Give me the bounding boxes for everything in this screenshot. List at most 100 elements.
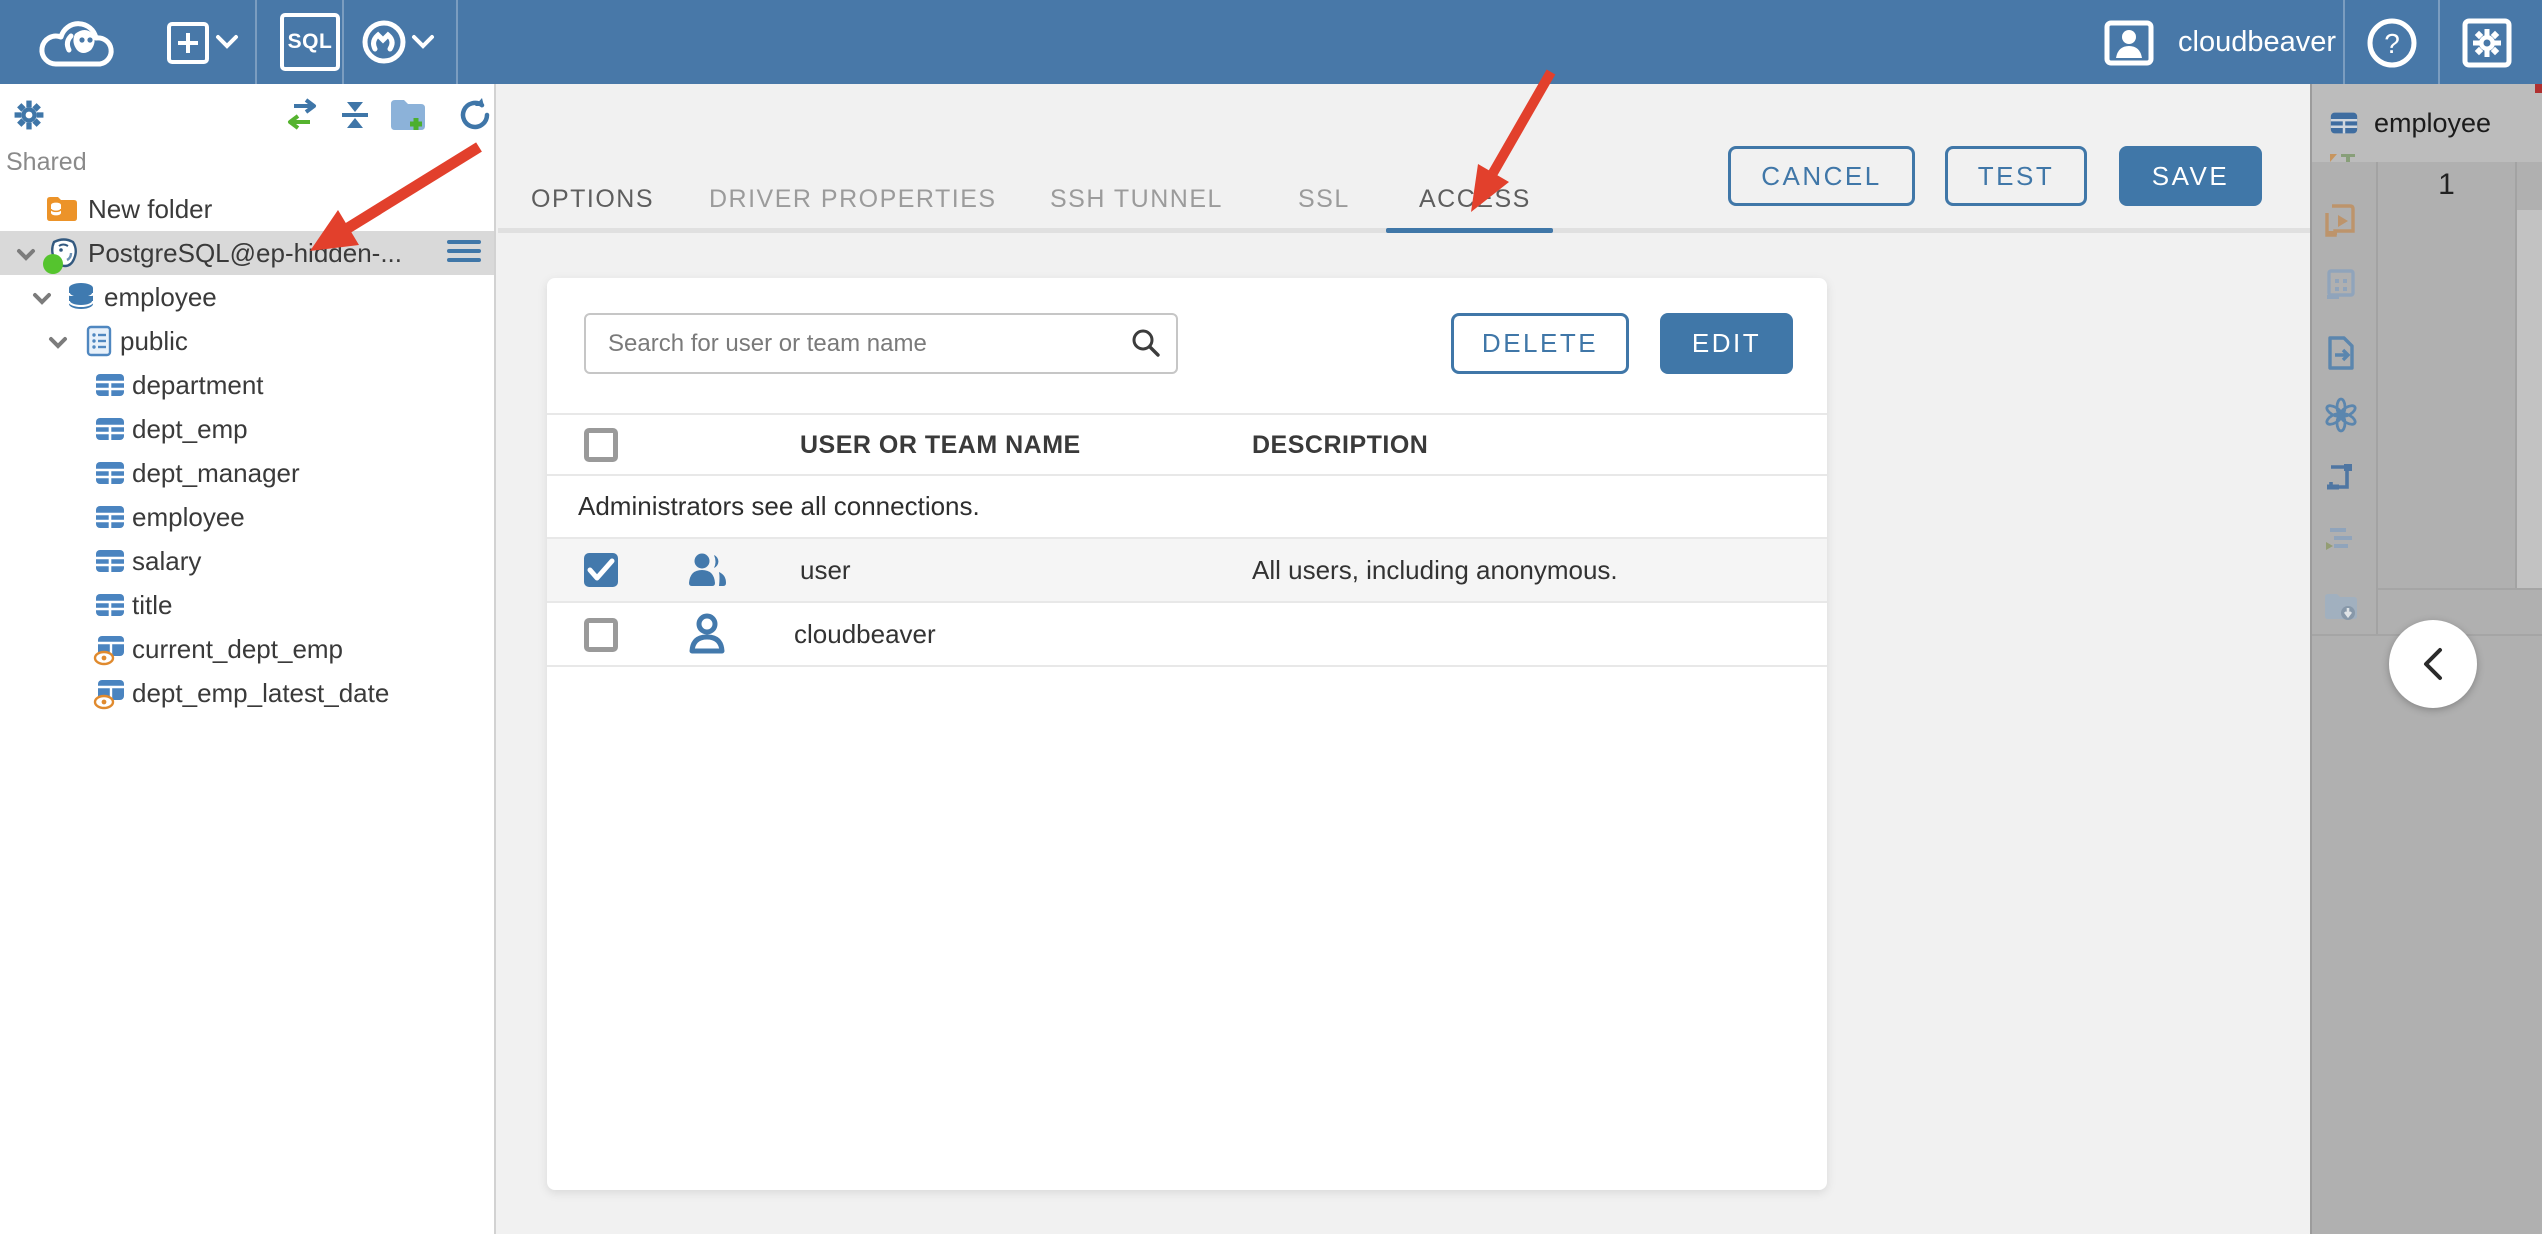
edit-button[interactable]: EDIT	[1660, 313, 1793, 374]
chevron-down-icon[interactable]	[46, 330, 70, 354]
tab-status-notch	[2535, 84, 2542, 93]
connection-status-dot	[43, 254, 63, 274]
search-icon	[1130, 327, 1162, 359]
table-icon	[93, 412, 127, 446]
select-all-checkbox[interactable]	[584, 428, 618, 462]
new-connection-button[interactable]	[167, 22, 209, 64]
folder-plus-icon	[391, 100, 425, 130]
search-input[interactable]	[584, 313, 1178, 374]
row-checkbox-user[interactable]	[584, 553, 618, 587]
refresh-icon	[460, 98, 490, 130]
question-icon: ?	[2367, 18, 2417, 68]
table-icon	[93, 544, 127, 578]
filter-settings-icon[interactable]	[2322, 522, 2360, 560]
chevron-down-icon[interactable]	[14, 242, 38, 266]
connection-edit-panel: OPTIONS DRIVER PROPERTIES SSH TUNNEL SSL…	[498, 84, 2310, 1234]
tree-item-database-employee[interactable]: employee	[0, 275, 494, 319]
driver-manager-button[interactable]	[360, 18, 408, 66]
tree-item-table-department[interactable]: department	[0, 363, 494, 407]
tree-item-schema-public[interactable]: public	[0, 319, 494, 363]
new-connection-dropdown-icon[interactable]	[214, 32, 240, 52]
column-header-description: DESCRIPTION	[1252, 431, 1429, 459]
tab-employee-result[interactable]: employee	[2312, 84, 2542, 162]
access-row-user[interactable]: user All users, including anonymous.	[547, 539, 1827, 603]
table-icon	[93, 588, 127, 622]
postgresql-icon	[43, 236, 81, 274]
user-icon	[2104, 20, 2154, 66]
toolbar-divider	[2376, 162, 2378, 634]
sync-with-editor-button[interactable]	[282, 96, 320, 134]
cloudbeaver-app: SQL cloudbeaver ? Shared New folder Post…	[0, 0, 2542, 1234]
cloudbeaver-logo-icon[interactable]	[33, 8, 123, 74]
wrench-icon	[362, 20, 406, 64]
grid-row-number: 1	[2438, 168, 2455, 201]
tree-item-connection-postgresql[interactable]: PostgreSQL@ep-hidden-...	[0, 231, 494, 275]
add-folder-button[interactable]	[388, 96, 426, 134]
active-tab-underline	[1386, 228, 1553, 233]
tree-item-table-dept-emp[interactable]: dept_emp	[0, 407, 494, 451]
connection-menu-icon[interactable]	[447, 240, 481, 266]
test-button[interactable]: TEST	[1945, 146, 2087, 206]
add-bookmark-icon[interactable]	[2322, 154, 2360, 178]
user-name: cloudbeaver	[2178, 25, 2336, 58]
export-data-icon[interactable]	[2322, 334, 2360, 372]
collapse-all-button[interactable]	[336, 96, 374, 134]
driver-dropdown-icon[interactable]	[410, 32, 436, 52]
save-button[interactable]: SAVE	[2119, 146, 2262, 206]
execute-script-icon[interactable]	[2322, 202, 2360, 240]
new-window-icon[interactable]	[2322, 458, 2360, 496]
delete-button[interactable]: DELETE	[1451, 313, 1629, 374]
refresh-button[interactable]	[456, 96, 494, 134]
tree-item-view-dept-emp-latest-date[interactable]: dept_emp_latest_date	[0, 671, 494, 715]
grid-bottom-line	[2378, 588, 2542, 590]
settings-button[interactable]	[2461, 17, 2513, 69]
tree-section-label: Shared	[6, 148, 87, 176]
tree-item-table-dept-manager[interactable]: dept_manager	[0, 451, 494, 495]
team-icon	[683, 547, 731, 595]
tree-item-table-title[interactable]: title	[0, 583, 494, 627]
access-table-header: USER OR TEAM NAME DESCRIPTION	[547, 413, 1827, 476]
user-menu-button[interactable]	[2103, 19, 2155, 67]
tab-options[interactable]: OPTIONS	[531, 176, 654, 222]
admin-info-row: Administrators see all connections.	[547, 476, 1827, 539]
schema-icon	[82, 324, 116, 358]
tree-item-table-employee[interactable]: employee	[0, 495, 494, 539]
collapse-icon	[342, 102, 368, 128]
top-bar: SQL cloudbeaver ?	[0, 0, 2542, 84]
access-row-cloudbeaver[interactable]: cloudbeaver	[547, 603, 1827, 667]
gear-icon	[2462, 18, 2512, 68]
tab-ssh-tunnel[interactable]: SSH TUNNEL	[1050, 176, 1223, 222]
database-icon	[64, 280, 98, 314]
help-button[interactable]: ?	[2365, 16, 2419, 70]
chevron-down-icon[interactable]	[30, 286, 54, 310]
user-icon	[683, 611, 731, 659]
tree-item-table-salary[interactable]: salary	[0, 539, 494, 583]
folder-database-icon	[45, 192, 79, 226]
column-header-name: USER OR TEAM NAME	[800, 431, 1081, 459]
grid-empty-column	[2517, 210, 2542, 588]
table-icon	[93, 500, 127, 534]
tree-item-view-current-dept-emp[interactable]: current_dept_emp	[0, 627, 494, 671]
tree-item-new-folder[interactable]: New folder	[0, 187, 494, 231]
navigator-sidebar: Shared New folder PostgreSQL@ep-hidden-.…	[0, 84, 496, 1234]
cancel-button[interactable]: CANCEL	[1728, 146, 1915, 206]
navigator-settings-button[interactable]	[10, 96, 48, 134]
chevron-left-icon	[2424, 648, 2442, 680]
result-viewer-panel: employee 1	[2310, 84, 2542, 1234]
table-icon	[93, 368, 127, 402]
collapse-panel-button[interactable]	[2389, 620, 2477, 708]
tab-ssl[interactable]: SSL	[1298, 176, 1350, 222]
row-checkbox-cloudbeaver[interactable]	[584, 618, 618, 652]
table-icon	[93, 456, 127, 490]
ai-assistant-icon[interactable]	[2322, 396, 2360, 434]
swap-arrows-icon	[288, 98, 316, 130]
gear-icon	[14, 100, 44, 130]
save-results-icon[interactable]	[2322, 588, 2360, 626]
tab-access[interactable]: ACCESS	[1419, 176, 1531, 222]
sql-editor-button[interactable]: SQL	[280, 13, 340, 71]
table-icon	[2328, 107, 2360, 144]
tab-driver-properties[interactable]: DRIVER PROPERTIES	[709, 176, 997, 222]
plus-icon	[178, 33, 198, 53]
view-icon	[93, 632, 127, 666]
grid-view-icon[interactable]	[2322, 266, 2360, 304]
